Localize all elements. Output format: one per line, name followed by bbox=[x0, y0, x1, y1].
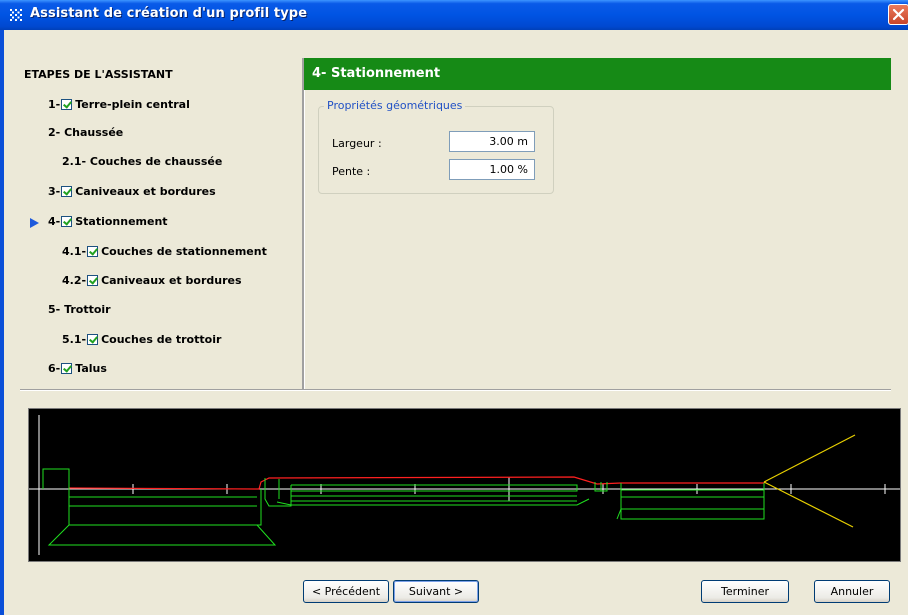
slope-field[interactable]: 1.00 % bbox=[449, 159, 535, 180]
step-number: 1- bbox=[48, 98, 61, 111]
check-icon[interactable] bbox=[61, 363, 73, 374]
step-number: 5- bbox=[48, 303, 65, 316]
check-icon[interactable] bbox=[61, 186, 73, 197]
step-label: Couches de stationnement bbox=[101, 245, 267, 258]
step-label: Caniveaux et bordures bbox=[101, 274, 242, 287]
check-icon[interactable] bbox=[87, 246, 99, 257]
cancel-button[interactable]: Annuler bbox=[814, 580, 890, 603]
step-number: 2.1- bbox=[62, 155, 90, 168]
step-talus[interactable]: 6- Talus bbox=[48, 360, 107, 378]
step-trottoir[interactable]: 5- Trottoir bbox=[48, 301, 111, 319]
step-label: Couches de chaussée bbox=[89, 155, 223, 168]
width-field[interactable]: 3.00 m bbox=[449, 131, 535, 152]
step-label: Stationnement bbox=[75, 215, 168, 228]
window-title: Assistant de création d'un profil type bbox=[30, 6, 308, 21]
step-label: Couches de trottoir bbox=[101, 333, 222, 346]
step-label: Terre-plein central bbox=[75, 98, 190, 111]
steps-heading: ETAPES DE L'ASSISTANT bbox=[24, 68, 173, 81]
step-label: Talus bbox=[75, 362, 107, 375]
step-header: 4- Stationnement bbox=[304, 58, 891, 90]
app-grid-icon bbox=[10, 9, 22, 21]
check-icon[interactable] bbox=[61, 216, 73, 227]
step-stationnement[interactable]: 4- Stationnement bbox=[48, 213, 168, 231]
group-title: Propriétés géométriques bbox=[324, 99, 466, 112]
step-number: 4.2- bbox=[62, 274, 87, 287]
step-number: 3- bbox=[48, 185, 61, 198]
step-number: 5.1- bbox=[62, 333, 87, 346]
close-icon bbox=[892, 8, 905, 21]
step-number: 4.1- bbox=[62, 245, 87, 258]
step-couches-de-trottoir[interactable]: 5.1- Couches de trottoir bbox=[62, 331, 221, 349]
step-number: 6- bbox=[48, 362, 61, 375]
check-icon[interactable] bbox=[87, 275, 99, 286]
step-caniveaux-et-bordures-2[interactable]: 4.2- Caniveaux et bordures bbox=[62, 272, 242, 290]
step-couches-de-chaussee[interactable]: 2.1- Couches de chaussée bbox=[62, 153, 222, 171]
profile-drawing bbox=[29, 415, 900, 555]
step-label: Chaussée bbox=[64, 126, 124, 139]
step-caniveaux-et-bordures[interactable]: 3- Caniveaux et bordures bbox=[48, 183, 216, 201]
step-couches-de-stationnement[interactable]: 4.1- Couches de stationnement bbox=[62, 243, 267, 261]
close-button[interactable] bbox=[888, 4, 908, 25]
next-button[interactable]: Suivant > bbox=[393, 580, 479, 603]
profile-surface-line bbox=[68, 476, 767, 490]
previous-button[interactable]: < Précédent bbox=[303, 580, 389, 603]
title-bar: Assistant de création d'un profil type bbox=[0, 0, 908, 30]
step-number: 2- bbox=[48, 126, 65, 139]
width-label: Largeur : bbox=[332, 137, 382, 150]
finish-button[interactable]: Terminer bbox=[701, 580, 789, 603]
slope-label: Pente : bbox=[332, 165, 371, 178]
check-icon[interactable] bbox=[87, 334, 99, 345]
step-terre-plein-central[interactable]: 1- Terre-plein central bbox=[48, 96, 190, 114]
talus-upper bbox=[763, 434, 856, 483]
step-chaussee[interactable]: 2- Chaussée bbox=[48, 124, 123, 142]
profile-preview bbox=[28, 408, 901, 562]
step-number: 4- bbox=[48, 215, 61, 228]
current-step-arrow-icon bbox=[30, 218, 39, 228]
step-title: 4- Stationnement bbox=[312, 66, 441, 81]
check-icon[interactable] bbox=[61, 99, 73, 110]
step-label: Trottoir bbox=[64, 303, 111, 316]
step-label: Caniveaux et bordures bbox=[75, 185, 216, 198]
horizontal-divider bbox=[20, 389, 891, 391]
